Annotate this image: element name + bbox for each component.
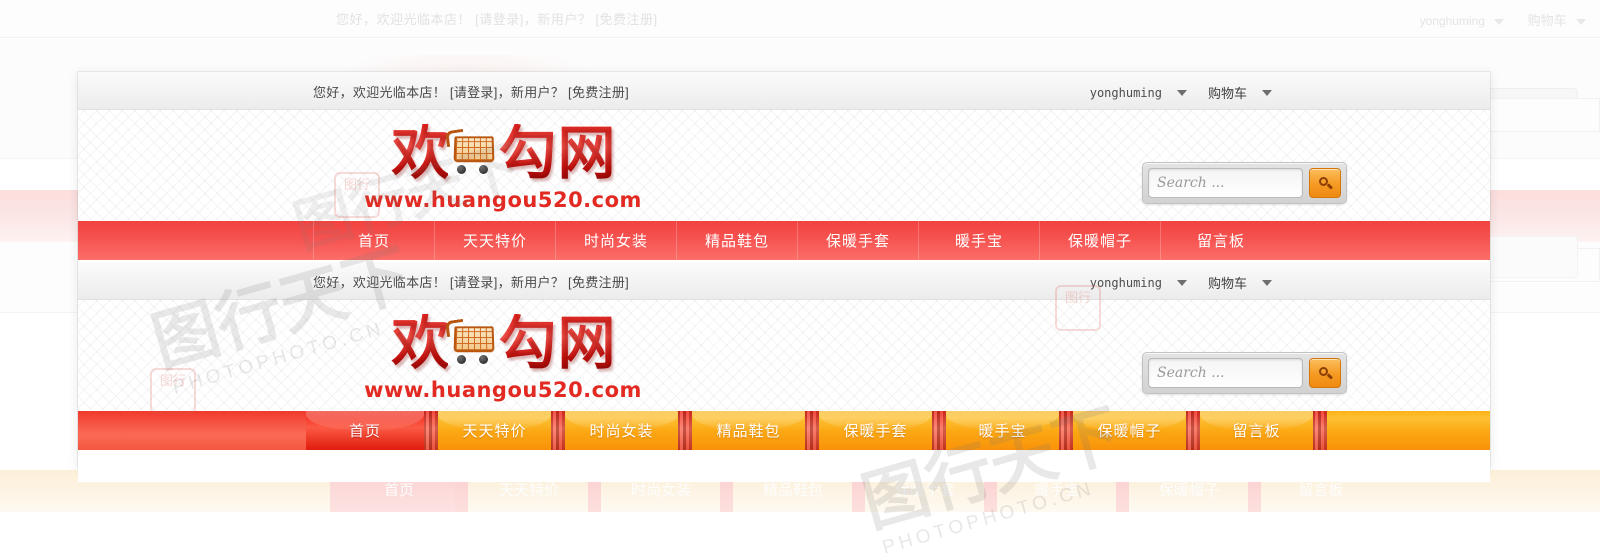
chevron-down-icon [1576,18,1586,25]
utility-topbar-2: 您好，欢迎光临本店！ [请登录]，新用户？ [免费注册] yonghuming … [78,262,1490,300]
chevron-down-icon[interactable] [1262,279,1272,286]
background-greeting: 您好，欢迎光临本店！ [请登录]，新用户？ [免费注册] [336,12,658,27]
screenshot-root: 您好，欢迎光临本店！ [请登录]，新用户？ [免费注册] yonghuming … [0,0,1600,558]
cart-wheel-left [457,355,467,364]
shopping-cart-icon [445,128,500,176]
nav-item-message-board[interactable]: 留言板 [1160,221,1281,260]
nav-item-daily-deals[interactable]: 天天特价 [434,221,555,260]
background-user-area: yonghuming 购物车 [1420,10,1586,29]
username-label[interactable]: yonghuming [1090,276,1162,290]
chevron-down-icon[interactable] [1176,279,1187,286]
logo-char-1: 欢 [391,309,449,377]
logo-char-2: 勾 [498,119,556,187]
logo-url: www.huangou520.com [364,188,642,212]
logo-char-2: 勾 [498,309,556,377]
magnifier-handle [1326,372,1333,379]
magnifier-handle [1326,182,1333,189]
username-label[interactable]: yonghuming [1090,86,1162,100]
cart-basket [454,326,495,353]
nav-item-shoes-bags[interactable]: 精品鞋包 [676,221,797,260]
search-widget-2 [1142,352,1347,394]
nav-item-hand-warmer[interactable]: 暖手宝 [946,411,1059,450]
logo-band-2: 欢 勾 网 www.huangou520.com [78,300,1490,410]
nav-right-spacer [1327,411,1490,450]
nav-separator [932,411,946,450]
nav-item-warm-gloves[interactable]: 保暖手套 [819,411,932,450]
nav-separator [551,411,565,450]
search-field-group [1148,168,1303,198]
welcome-greeting-2: 您好，欢迎光临本店！ [请登录]，新用户？ [免费注册] [313,275,630,290]
utility-topbar: 您好，欢迎光临本店！ [请登录]，新用户？ [免费注册] yonghuming … [78,72,1490,110]
shopping-cart-icon [445,318,500,366]
nav-separator [1059,411,1073,450]
chevron-down-icon[interactable] [1176,89,1187,96]
search-icon [1318,366,1333,380]
cart-wheel-left [457,165,467,174]
nav-item-daily-deals[interactable]: 天天特价 [438,411,551,450]
nav-separator [1186,411,1200,450]
logo-url: www.huangou520.com [364,378,642,402]
welcome-greeting: 您好，欢迎光临本店！ [请登录]，新用户？ [免费注册] [313,85,630,100]
background-cart-label: 购物车 [1527,13,1567,28]
nav-item-womens-fashion[interactable]: 时尚女装 [555,221,676,260]
site-logo[interactable]: 欢 勾 网 www.huangou520.com [353,122,653,212]
nav-left-spacer [78,411,306,450]
nav-item-warm-hats[interactable]: 保暖帽子 [1039,221,1160,260]
background-right-box-a [1488,98,1600,132]
chevron-down-icon[interactable] [1262,89,1272,96]
search-button[interactable] [1309,358,1341,388]
cart-wheel-right [479,165,489,174]
site-logo-2[interactable]: 欢 勾 网 www.huangou520.com [353,312,653,402]
nav-item-warm-gloves[interactable]: 保暖手套 [797,221,918,260]
cart-basket [454,136,495,163]
cart-wheel-right [479,355,489,364]
chevron-down-icon [1494,18,1505,25]
nav-right-spacer [1281,221,1490,260]
logo-char-3: 网 [557,119,616,187]
nav-item-shoes-bags[interactable]: 精品鞋包 [692,411,805,450]
user-account-area-2: yonghuming 购物车 [1090,273,1272,292]
search-field-group [1148,358,1303,388]
cart-link[interactable]: 购物车 [1208,273,1247,292]
background-topbar: 您好，欢迎光临本店！ [请登录]，新用户？ [免费注册] yonghuming … [0,0,1600,38]
search-icon [1318,176,1333,190]
nav-item-home[interactable]: 首页 [306,411,424,450]
search-button[interactable] [1309,168,1341,198]
user-account-area: yonghuming 购物车 [1090,83,1272,102]
nav-item-hand-warmer[interactable]: 暖手宝 [918,221,1039,260]
site-header-variant-1: 您好，欢迎光临本店！ [请登录]，新用户？ [免费注册] yonghuming … [78,72,1490,260]
background-username: yonghuming [1419,14,1485,28]
search-input[interactable] [1149,359,1302,387]
nav-separator [424,411,438,450]
panel-footer [78,450,1490,482]
main-navigation-gradient: 首页 天天特价 时尚女装 精品鞋包 保暖手套 暖手宝 保暖帽子 留言板 [78,410,1490,450]
site-header-variant-2: 您好，欢迎光临本店！ [请登录]，新用户？ [免费注册] yonghuming … [78,262,1490,482]
logo-char-3: 网 [557,309,616,377]
nav-item-message-board[interactable]: 留言板 [1200,411,1313,450]
nav-separator [1313,411,1327,450]
logo-char-1: 欢 [391,119,449,187]
logo-band: 欢 勾 网 www.huangou520.com [78,110,1490,220]
search-widget [1142,162,1347,204]
nav-item-womens-fashion[interactable]: 时尚女装 [565,411,678,450]
nav-separator [678,411,692,450]
site-preview-panel: 您好，欢迎光临本店！ [请登录]，新用户？ [免费注册] yonghuming … [78,72,1490,482]
nav-item-home[interactable]: 首页 [313,221,434,260]
nav-item-warm-hats[interactable]: 保暖帽子 [1073,411,1186,450]
main-navigation-flat: 首页 天天特价 时尚女装 精品鞋包 保暖手套 暖手宝 保暖帽子 留言板 [78,220,1490,260]
logo-characters: 欢 勾 网 [353,312,653,374]
cart-link[interactable]: 购物车 [1208,83,1247,102]
nav-left-spacer [78,221,313,260]
nav-separator [805,411,819,450]
search-input[interactable] [1149,169,1302,197]
logo-characters: 欢 勾 网 [353,122,653,184]
